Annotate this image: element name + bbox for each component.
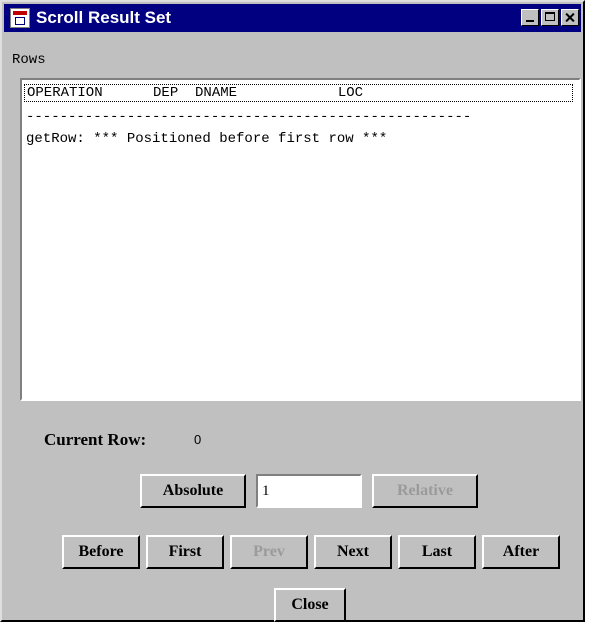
rows-label: Rows bbox=[12, 52, 46, 68]
minimize-icon[interactable] bbox=[521, 9, 539, 26]
rows-separator-line[interactable]: ----------------------------------------… bbox=[26, 109, 471, 125]
scroll-result-set-window: Scroll Result Set Rows OPERATION DEP DNA… bbox=[0, 0, 585, 622]
rows-header-line[interactable]: OPERATION DEP DNAME LOC bbox=[24, 84, 573, 102]
rows-list-item[interactable]: getRow: *** Positioned before first row … bbox=[26, 131, 387, 147]
next-button[interactable]: Next bbox=[314, 535, 392, 569]
after-button[interactable]: After bbox=[482, 535, 560, 569]
java-app-icon[interactable] bbox=[10, 8, 30, 28]
close-window-icon[interactable] bbox=[561, 9, 579, 26]
prev-button[interactable]: Prev bbox=[230, 535, 308, 569]
title-bar[interactable]: Scroll Result Set bbox=[4, 4, 581, 32]
before-button[interactable]: Before bbox=[62, 535, 140, 569]
relative-button[interactable]: Relative bbox=[372, 474, 478, 508]
maximize-icon[interactable] bbox=[541, 9, 559, 26]
absolute-row-input[interactable] bbox=[256, 474, 362, 508]
absolute-button[interactable]: Absolute bbox=[140, 474, 246, 508]
first-button[interactable]: First bbox=[146, 535, 224, 569]
current-row-label: Current Row: bbox=[44, 430, 147, 449]
current-row-value: 0 bbox=[194, 432, 202, 447]
window-title: Scroll Result Set bbox=[36, 8, 172, 27]
close-button[interactable]: Close bbox=[274, 588, 346, 622]
rows-list[interactable]: OPERATION DEP DNAME LOC ----------------… bbox=[20, 78, 581, 401]
last-button[interactable]: Last bbox=[398, 535, 476, 569]
